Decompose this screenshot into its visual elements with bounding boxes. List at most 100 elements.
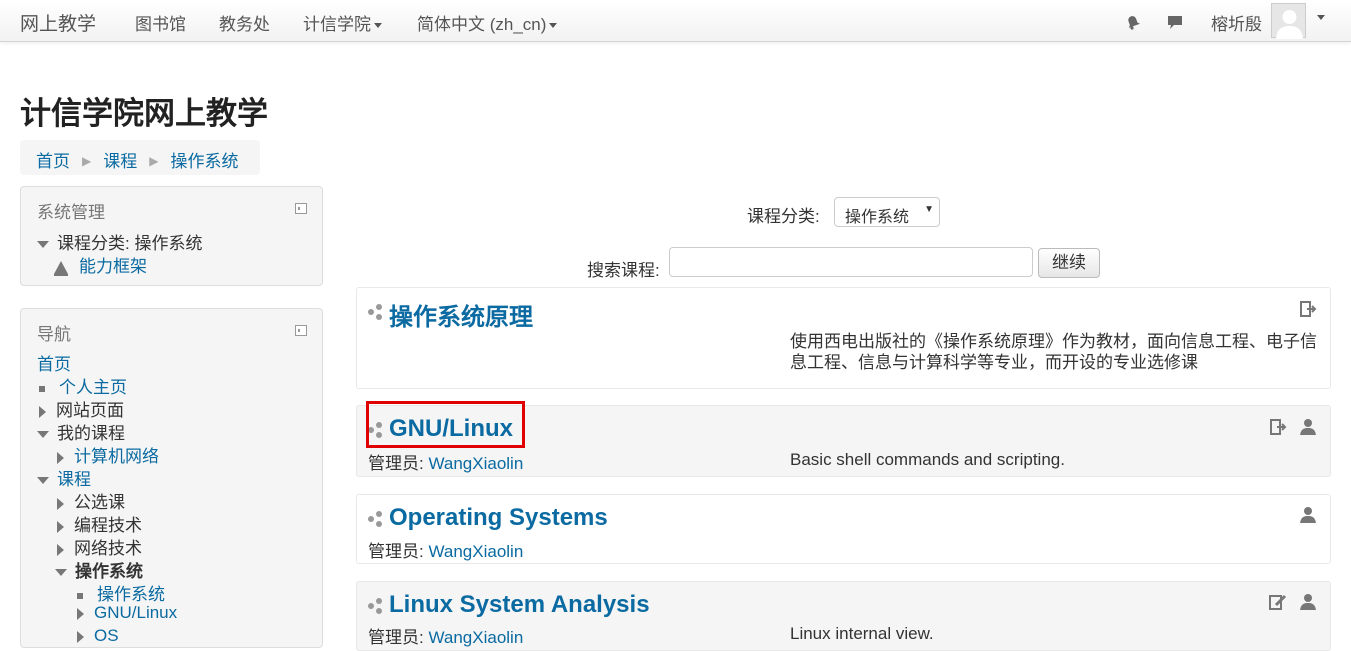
administration-block: 系统管理 课程分类: 操作系统 能力框架 xyxy=(20,186,323,286)
manager-label: 管理员: xyxy=(368,542,424,561)
expanded-triangle-icon xyxy=(37,431,49,439)
competency-framework-icon xyxy=(54,260,68,276)
enrol-icon xyxy=(1300,301,1317,317)
search-courses-input[interactable] xyxy=(669,247,1033,277)
nav-dashboard-node[interactable]: 个人主页 xyxy=(39,373,127,398)
course-item: Linux System Analysis 管理员: WangXiaolin L… xyxy=(356,581,1331,651)
admin-competency-link: 能力框架 xyxy=(79,257,147,276)
search-go-button[interactable]: 继续 xyxy=(1038,248,1100,278)
notification-bell-icon[interactable] xyxy=(1124,13,1142,31)
nav-category-node[interactable]: 编程技术 xyxy=(57,511,142,536)
admin-category-label: 课程分类: 操作系统 xyxy=(57,234,203,253)
navigation-block-title: 导航 xyxy=(37,325,71,344)
nav-courses-link: 课程 xyxy=(57,470,91,489)
collapsed-triangle-icon xyxy=(57,543,64,556)
breadcrumb-separator-icon: ▶ xyxy=(82,154,92,168)
course-summary: 使用西电出版社的《操作系统原理》作为教材，面向信息工程、电子信息工程、信息与计算… xyxy=(790,332,1317,372)
category-select[interactable]: 操作系统 ▼ xyxy=(834,197,940,227)
collapsed-triangle-icon xyxy=(77,607,84,620)
course-summary: Basic shell commands and scripting. xyxy=(790,450,1065,469)
collapsed-triangle-icon xyxy=(57,497,64,510)
breadcrumb-separator-icon: ▶ xyxy=(149,154,159,168)
nav-courses-node[interactable]: 课程 xyxy=(37,465,91,490)
breadcrumb-home[interactable]: 首页 xyxy=(36,152,70,171)
course-name-link[interactable]: Operating Systems xyxy=(389,504,608,532)
dock-block-icon[interactable] xyxy=(295,203,307,214)
nav-sub-course-link: OS xyxy=(94,626,119,645)
course-name-link[interactable]: Linux System Analysis xyxy=(389,591,650,619)
enrol-icon xyxy=(1270,419,1287,435)
nav-category-node[interactable]: 网络技术 xyxy=(57,534,142,559)
search-courses-label: 搜索课程: xyxy=(587,261,660,280)
course-info-icon[interactable] xyxy=(367,303,385,321)
course-manager: 管理员: WangXiaolin xyxy=(368,449,523,474)
breadcrumb-current-category[interactable]: 操作系统 xyxy=(170,152,238,171)
language-menu-label: 简体中文 (zh_cn) xyxy=(417,15,547,34)
navigation-block: 导航 首页 个人主页 网站页面 我的课程 计算机网络 课程 公选课 编程技术 网… xyxy=(20,308,323,648)
nav-dashboard-link: 个人主页 xyxy=(59,378,127,397)
default-user-picture-icon xyxy=(1276,10,1303,39)
nav-item-academic-affairs[interactable]: 教务处 xyxy=(219,10,270,35)
bullet-icon xyxy=(77,592,83,599)
manager-label: 管理员: xyxy=(368,454,424,473)
message-bubble-icon[interactable] xyxy=(1166,13,1184,31)
user-name[interactable]: 榕圻殷 xyxy=(1211,10,1262,35)
collapsed-triangle-icon xyxy=(39,405,46,418)
course-info-icon[interactable] xyxy=(367,597,385,615)
nav-home-link[interactable]: 首页 xyxy=(37,350,71,375)
nav-category-node[interactable]: 公选课 xyxy=(57,488,125,513)
nav-current-category-node[interactable]: 操作系统 xyxy=(55,557,143,582)
user-avatar[interactable] xyxy=(1271,3,1306,39)
expanded-triangle-icon xyxy=(55,569,67,577)
nav-category-label: 公选课 xyxy=(74,493,125,512)
expanded-triangle-icon xyxy=(37,241,49,249)
site-brand[interactable]: 网上教学 xyxy=(20,9,96,36)
language-menu[interactable]: 简体中文 (zh_cn) xyxy=(417,10,558,35)
admin-competency-node[interactable]: 能力框架 xyxy=(53,252,147,277)
course-name-link[interactable]: 操作系统原理 xyxy=(389,297,533,332)
user-menu-chevron-down-icon[interactable] xyxy=(1317,15,1325,20)
course-summary: Linux internal view. xyxy=(790,624,934,643)
admin-category-node[interactable]: 课程分类: 操作系统 xyxy=(37,229,202,254)
nav-site-pages-label: 网站页面 xyxy=(56,401,124,420)
nav-item-library[interactable]: 图书馆 xyxy=(135,10,186,35)
nav-sub-course-node[interactable]: GNU/Linux xyxy=(77,603,177,623)
chevron-down-icon xyxy=(374,23,382,29)
nav-current-category-item[interactable]: 操作系统 xyxy=(77,580,165,605)
bullet-icon xyxy=(39,385,45,392)
dock-block-icon[interactable] xyxy=(295,325,307,336)
course-info-icon[interactable] xyxy=(367,510,385,528)
breadcrumb-courses[interactable]: 课程 xyxy=(103,152,137,171)
nav-category-label: 编程技术 xyxy=(74,516,142,535)
nav-site-pages-node[interactable]: 网站页面 xyxy=(39,396,124,421)
guest-access-icon xyxy=(1300,594,1316,610)
nav-my-courses-label: 我的课程 xyxy=(57,424,125,443)
category-select-value: 操作系统 xyxy=(845,209,910,226)
self-enrol-icon xyxy=(1269,594,1287,610)
category-select-label: 课程分类: xyxy=(747,207,820,226)
manager-link[interactable]: WangXiaolin xyxy=(428,542,523,561)
guest-access-icon xyxy=(1300,507,1316,523)
breadcrumb: 首页 ▶ 课程 ▶ 操作系统 xyxy=(20,140,260,175)
nav-sub-course-node[interactable]: OS xyxy=(77,626,119,646)
course-item: 操作系统原理 使用西电出版社的《操作系统原理》作为教材，面向信息工程、电子信息工… xyxy=(356,287,1331,389)
chevron-down-icon xyxy=(549,23,558,29)
nav-item-college-menu[interactable]: 计信学院 xyxy=(303,10,382,35)
collapsed-triangle-icon xyxy=(57,520,64,533)
nav-my-courses-node[interactable]: 我的课程 xyxy=(37,419,125,444)
nav-sub-course-link: GNU/Linux xyxy=(94,603,178,622)
nav-current-category-link: 操作系统 xyxy=(97,585,165,604)
nav-my-course-link: 计算机网络 xyxy=(74,447,159,466)
nav-my-course-item[interactable]: 计算机网络 xyxy=(57,442,159,467)
top-navbar: 网上教学 图书馆 教务处 计信学院 简体中文 (zh_cn) 榕圻殷 xyxy=(0,0,1351,42)
manager-link[interactable]: WangXiaolin xyxy=(428,454,523,473)
guest-access-icon xyxy=(1300,419,1316,435)
collapsed-triangle-icon xyxy=(77,630,84,643)
administration-block-title: 系统管理 xyxy=(37,203,105,222)
highlight-box xyxy=(366,401,525,448)
expanded-triangle-icon xyxy=(37,477,49,485)
nav-item-college-label: 计信学院 xyxy=(303,15,371,34)
nav-current-category-label: 操作系统 xyxy=(75,562,143,581)
course-manager: 管理员: WangXiaolin xyxy=(368,623,523,648)
collapsed-triangle-icon xyxy=(57,451,64,464)
